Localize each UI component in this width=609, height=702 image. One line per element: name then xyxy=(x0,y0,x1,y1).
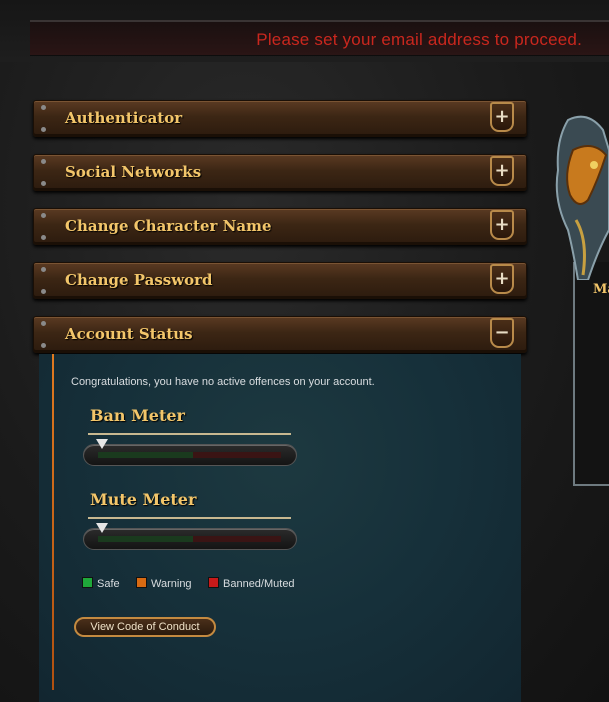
ban-meter-title: Ban Meter xyxy=(90,406,185,425)
accordion-label: Change Password xyxy=(65,271,213,289)
legend-banned-label: Banned/Muted xyxy=(223,578,295,590)
meter-safe-zone xyxy=(98,452,193,458)
accordion-label: Authenticator xyxy=(65,109,183,127)
safe-swatch-icon xyxy=(82,577,93,588)
mute-meter-title: Mute Meter xyxy=(90,490,197,509)
view-code-of-conduct-button[interactable]: View Code of Conduct xyxy=(74,617,216,637)
mute-meter xyxy=(83,523,297,550)
accordion-label: Social Networks xyxy=(65,163,202,181)
accordion-social-networks[interactable]: Social Networks + xyxy=(33,154,527,191)
meter-safe-zone xyxy=(98,536,193,542)
accordion-authenticator[interactable]: Authenticator + xyxy=(33,100,527,137)
accordion-change-character-name[interactable]: Change Character Name + xyxy=(33,208,527,245)
meter-danger-zone xyxy=(193,536,281,542)
meter-danger-zone xyxy=(193,452,281,458)
ban-meter xyxy=(83,439,297,466)
panel-accent-line xyxy=(52,354,54,690)
legend-warning-label: Warning xyxy=(151,578,192,590)
accordion-label: Account Status xyxy=(65,325,193,343)
collapse-icon[interactable]: − xyxy=(490,318,514,348)
warning-swatch-icon xyxy=(136,577,147,588)
email-notice: Please set your email address to proceed… xyxy=(256,30,582,49)
expand-icon[interactable]: + xyxy=(490,156,514,186)
accordion-change-password[interactable]: Change Password + xyxy=(33,262,527,299)
expand-icon[interactable]: + xyxy=(490,264,514,294)
accordion-account-status[interactable]: Account Status − xyxy=(33,316,527,353)
expand-icon[interactable]: + xyxy=(490,102,514,132)
mute-meter-rule xyxy=(88,517,291,519)
dragon-emblem-icon xyxy=(555,115,609,280)
character-frame-label: Ma xyxy=(593,282,609,297)
banned-swatch-icon xyxy=(208,577,219,588)
legend-banned: Banned/Muted xyxy=(208,577,295,590)
expand-icon[interactable]: + xyxy=(490,210,514,240)
legend-warning: Warning xyxy=(136,577,192,590)
meter-marker-icon xyxy=(96,439,108,449)
legend-safe-label: Safe xyxy=(97,578,120,590)
status-message: Congratulations, you have no active offe… xyxy=(71,376,375,388)
accordion-label: Change Character Name xyxy=(65,217,272,235)
legend-safe: Safe xyxy=(82,577,120,590)
meter-marker-icon xyxy=(96,523,108,533)
ban-meter-rule xyxy=(88,433,291,435)
